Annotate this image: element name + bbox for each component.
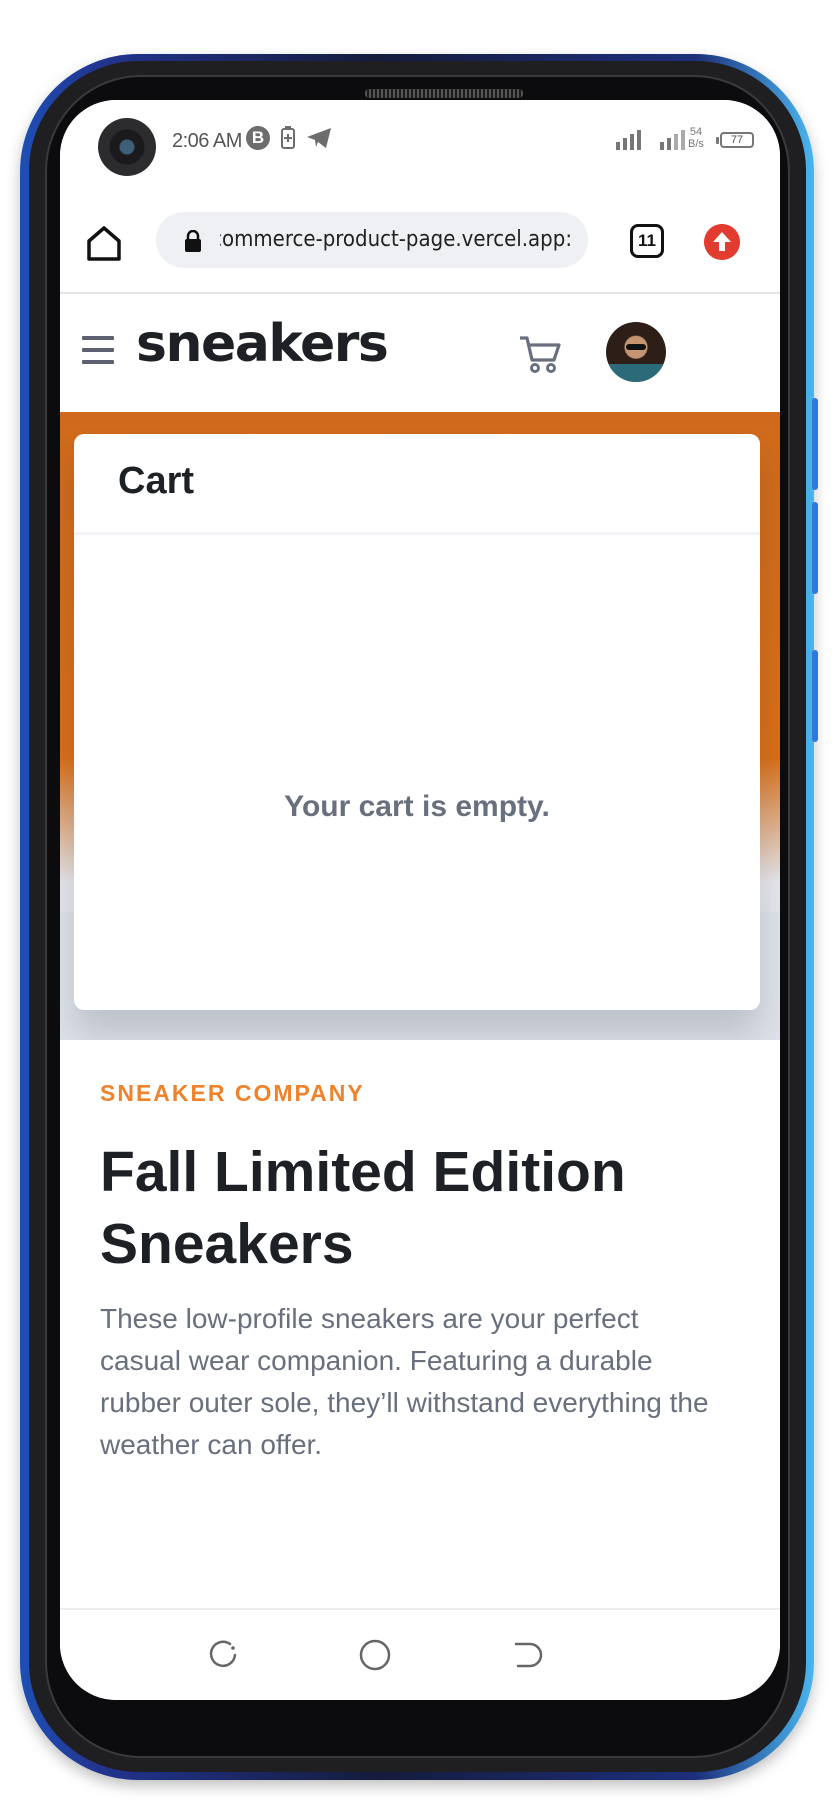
- telegram-icon: [307, 128, 331, 148]
- network-speed-value: 54: [689, 126, 703, 138]
- recent-apps-icon[interactable]: [206, 1638, 240, 1672]
- menu-line: [82, 336, 114, 340]
- update-arrow-icon[interactable]: [704, 224, 740, 260]
- back-icon[interactable]: [510, 1638, 544, 1672]
- network-speed: 54 B/s: [688, 126, 704, 150]
- battery-saver-icon: [281, 126, 295, 149]
- product-company: SNEAKER COMPANY: [100, 1080, 365, 1106]
- status-bar: 2:06 AM B 54 B/s 77: [60, 100, 780, 188]
- signal-strength-icon: [616, 130, 641, 150]
- lock-icon: [185, 230, 201, 252]
- volume-up-button: [812, 398, 818, 490]
- home-icon[interactable]: [86, 224, 122, 262]
- signal-icons: [616, 128, 690, 150]
- product-info: SNEAKER COMPANY Fall Limited Edition Sne…: [60, 1040, 780, 1600]
- cart-title: Cart: [118, 460, 195, 502]
- cart-dropdown: Cart Your cart is empty.: [74, 434, 760, 1010]
- menu-line: [82, 348, 114, 352]
- address-bar[interactable]: :commerce-product-page.vercel.app: [156, 212, 588, 268]
- power-button: [812, 650, 818, 742]
- product-title: Fall Limited Edition Sneakers: [100, 1140, 626, 1276]
- status-notification-icons: B: [246, 126, 332, 150]
- tabs-icon[interactable]: 11: [630, 224, 664, 258]
- network-speed-unit: B/s: [688, 138, 704, 150]
- product-description: These low-profile sneakers are your perf…: [100, 1303, 709, 1460]
- menu-icon[interactable]: [82, 336, 114, 364]
- avatar[interactable]: [606, 322, 666, 382]
- signal-strength-2-icon: [660, 130, 685, 150]
- system-nav-bar: [60, 1608, 780, 1700]
- home-nav-icon[interactable]: [358, 1638, 392, 1672]
- volume-down-button: [812, 502, 818, 594]
- battery-icon: 77: [716, 132, 754, 148]
- browser-toolbar: :commerce-product-page.vercel.app 11: [60, 188, 780, 294]
- phone-screen: 2:06 AM B 54 B/s 77:commerce-product-pa…: [60, 100, 780, 1700]
- menu-line: [82, 360, 114, 364]
- cart-divider: [74, 532, 760, 535]
- cart-icon[interactable]: [518, 334, 562, 374]
- url-text[interactable]: :commerce-product-page.vercel.app: [220, 227, 572, 252]
- front-camera: [98, 118, 156, 176]
- earpiece-speaker: [365, 89, 523, 98]
- site-logo[interactable]: sneakers: [136, 314, 389, 374]
- status-time: 2:06 AM: [172, 130, 242, 152]
- cart-empty-message: Your cart is empty.: [284, 790, 550, 823]
- site-header: sneakers: [60, 294, 780, 412]
- b-badge-icon: B: [246, 126, 270, 150]
